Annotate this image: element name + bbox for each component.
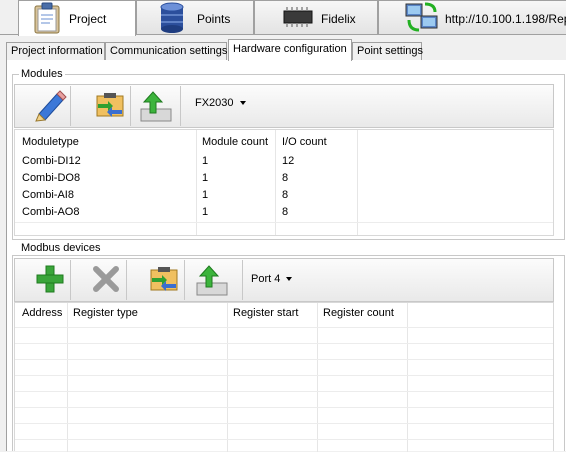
module-series-dropdown[interactable]: FX2030 xyxy=(195,97,246,109)
row-divider xyxy=(15,343,553,344)
io-count-cell: 8 xyxy=(282,172,289,184)
upload-module-button[interactable] xyxy=(131,86,181,126)
copy-device-button[interactable] xyxy=(143,260,185,300)
subtab-project-information[interactable]: Project information xyxy=(6,42,105,60)
tab-project[interactable]: Project xyxy=(18,0,136,36)
chevron-down-icon xyxy=(286,277,293,282)
port-dropdown[interactable]: Port 4 xyxy=(251,273,293,285)
delete-x-icon xyxy=(91,264,121,297)
delete-device-button[interactable] xyxy=(85,260,127,300)
module-count-cell: 1 xyxy=(202,155,209,167)
column-header-register-start[interactable]: Register start xyxy=(233,303,298,323)
column-header-register-type[interactable]: Register type xyxy=(73,303,138,323)
tab-fidelix-label: Fidelix xyxy=(321,12,356,26)
upload-arrow-icon xyxy=(195,263,229,300)
transfer-icon xyxy=(94,92,126,123)
tab-points[interactable]: Points xyxy=(136,0,254,34)
modbus-devices-group-title: Modbus devices xyxy=(19,242,103,254)
module-count-cell: 1 xyxy=(202,206,209,218)
subtab-communication-settings-label: Communication settings xyxy=(110,45,228,57)
moduletype-cell: Combi-DO8 xyxy=(22,172,81,184)
clipboard-icon xyxy=(33,2,61,37)
column-header-register-count[interactable]: Register count xyxy=(323,303,394,323)
column-divider xyxy=(67,303,68,452)
chevron-down-icon xyxy=(239,101,246,106)
column-divider xyxy=(357,130,358,235)
edit-module-button[interactable] xyxy=(29,86,71,126)
network-icon xyxy=(405,2,439,37)
tab-web-report-label: http://10.100.1.198/Repo xyxy=(445,12,566,26)
tab-fidelix[interactable]: Fidelix xyxy=(254,0,378,34)
column-divider xyxy=(407,303,408,452)
modbus-devices-table: Address Register type Register start Reg… xyxy=(14,302,554,452)
transfer-icon xyxy=(148,266,180,297)
tab-project-label: Project xyxy=(69,12,107,26)
row-divider xyxy=(15,423,553,424)
modules-toolbar: FX2030 xyxy=(14,84,554,128)
modules-table: Moduletype Module count I/O count Combi-… xyxy=(14,129,554,236)
row-divider xyxy=(15,375,553,376)
module-series-value: FX2030 xyxy=(195,97,234,109)
modbus-toolbar: Port 4 xyxy=(14,258,554,302)
module-count-cell: 1 xyxy=(202,172,209,184)
column-divider xyxy=(227,303,228,452)
io-count-cell: 8 xyxy=(282,206,289,218)
column-divider xyxy=(275,130,276,235)
plus-icon xyxy=(35,264,65,297)
row-divider xyxy=(15,391,553,392)
io-count-cell: 12 xyxy=(282,155,295,167)
module-count-cell: 1 xyxy=(202,189,209,201)
moduletype-cell: Combi-AI8 xyxy=(22,189,74,201)
pencil-icon xyxy=(33,88,67,125)
subtab-project-information-label: Project information xyxy=(11,45,103,57)
copy-module-button[interactable] xyxy=(89,86,131,126)
database-icon xyxy=(159,2,185,37)
subtab-communication-settings[interactable]: Communication settings xyxy=(105,42,227,60)
upload-arrow-icon xyxy=(139,89,173,126)
row-divider xyxy=(15,439,553,440)
chip-icon xyxy=(281,7,315,30)
column-header-moduletype[interactable]: Moduletype xyxy=(22,132,79,152)
column-header-address[interactable]: Address xyxy=(22,303,62,323)
subtab-hardware-configuration-label: Hardware configuration xyxy=(233,43,347,55)
io-count-cell: 8 xyxy=(282,189,289,201)
moduletype-cell: Combi-DI12 xyxy=(22,155,81,167)
column-header-io-count[interactable]: I/O count xyxy=(282,132,327,152)
subtab-point-settings-label: Point settings xyxy=(357,45,424,57)
modules-group-title: Modules xyxy=(19,68,65,80)
column-header-module-count[interactable]: Module count xyxy=(202,132,268,152)
subtab-hardware-configuration[interactable]: Hardware configuration xyxy=(228,39,352,61)
column-divider xyxy=(196,130,197,235)
tab-points-label: Points xyxy=(197,12,231,26)
row-divider xyxy=(15,327,553,328)
row-divider xyxy=(15,359,553,360)
tab-web-report[interactable]: http://10.100.1.198/Repo xyxy=(378,0,566,34)
upload-device-button[interactable] xyxy=(185,260,243,300)
add-device-button[interactable] xyxy=(29,260,71,300)
column-divider xyxy=(317,303,318,452)
port-value: Port 4 xyxy=(251,273,281,285)
row-divider xyxy=(15,222,553,223)
row-divider xyxy=(15,407,553,408)
moduletype-cell: Combi-AO8 xyxy=(22,206,80,218)
subtab-point-settings[interactable]: Point settings xyxy=(352,42,424,60)
